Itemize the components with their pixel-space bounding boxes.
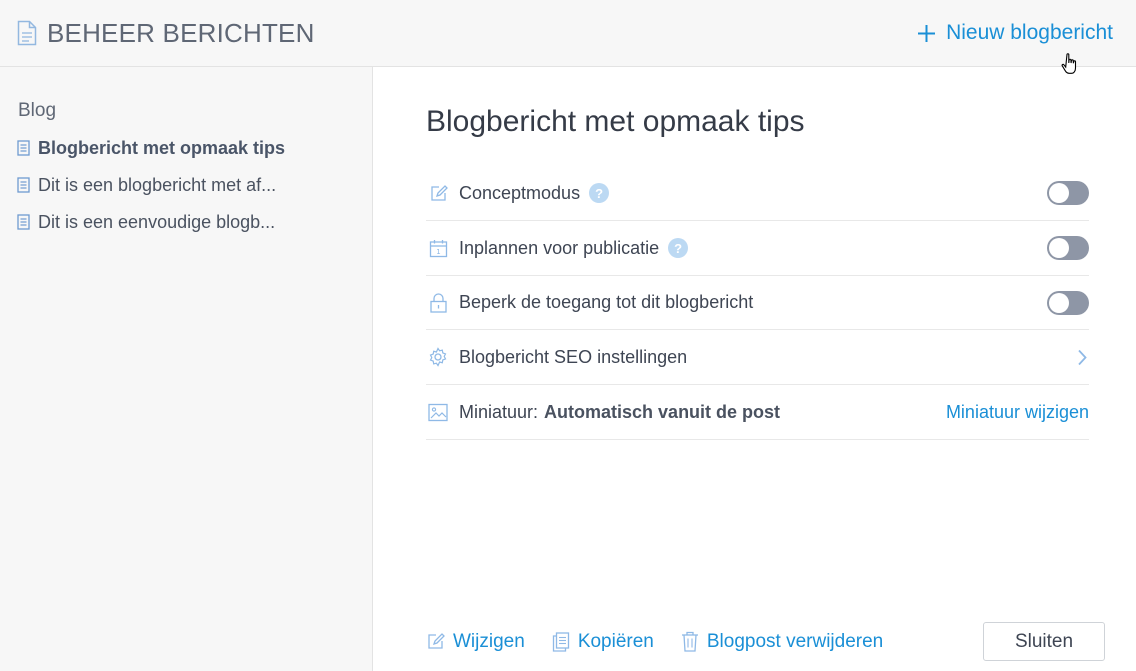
change-thumbnail-link[interactable]: Miniatuur wijzigen	[946, 402, 1089, 423]
toggle-knob	[1049, 238, 1069, 258]
header: BEHEER BERICHTEN Nieuw blogbericht	[0, 0, 1136, 67]
sidebar-item-post-1[interactable]: Blogbericht met opmaak tips	[0, 136, 372, 160]
help-icon[interactable]: ?	[589, 183, 610, 203]
toggle-knob	[1049, 292, 1069, 313]
setting-label-group: Beperk de toegang tot dit blogbericht	[428, 292, 753, 313]
edit-label: Wijzigen	[453, 630, 525, 652]
toggle-knob	[1049, 183, 1069, 203]
setting-row-restrict: Beperk de toegang tot dit blogbericht	[426, 276, 1089, 330]
pencil-icon	[428, 184, 448, 203]
setting-label-group: 1 Inplannen voor publicatie ?	[428, 237, 689, 259]
edit-button[interactable]: Wijzigen	[426, 631, 525, 653]
thumbnail-label: Miniatuur:	[459, 401, 539, 422]
document-list-icon	[17, 214, 30, 230]
sidebar-item-post-2[interactable]: Dit is een blogbericht met af...	[0, 173, 372, 197]
sidebar: Blog Blogbericht met opmaak tips Dit is …	[0, 67, 373, 671]
thumbnail-value: Automatisch vanuit de post	[544, 401, 781, 422]
lock-icon	[428, 292, 448, 313]
help-icon[interactable]: ?	[668, 238, 689, 258]
setting-label-group: Blogbericht SEO instellingen	[428, 347, 687, 368]
new-post-label: Nieuw blogbericht	[946, 21, 1113, 44]
sidebar-heading[interactable]: Blog	[0, 99, 372, 123]
setting-label: Beperk de toegang tot dit blogbericht	[459, 292, 754, 312]
setting-label: Blogbericht SEO instellingen	[459, 346, 688, 367]
footer-actions: Wijzigen Kopiëren Blogpost verwijderen S…	[426, 622, 1106, 661]
post-title: Blogbericht met opmaak tips	[426, 105, 805, 138]
setting-row-schedule: 1 Inplannen voor publicatie ?	[426, 221, 1089, 276]
copy-label: Kopiëren	[577, 630, 654, 652]
delete-button[interactable]: Blogpost verwijderen	[681, 631, 883, 653]
setting-label-group: Miniatuur: Automatisch vanuit de post	[428, 402, 780, 423]
header-left: BEHEER BERICHTEN	[17, 18, 315, 49]
setting-row-seo[interactable]: Blogbericht SEO instellingen	[426, 330, 1089, 385]
setting-label-group: Conceptmodus ?	[428, 182, 610, 204]
page-title: BEHEER BERICHTEN	[47, 17, 315, 48]
concept-toggle[interactable]	[1047, 181, 1089, 205]
setting-row-thumbnail: Miniatuur: Automatisch vanuit de post Mi…	[426, 385, 1089, 440]
image-icon	[428, 403, 448, 422]
setting-row-concept: Conceptmodus ?	[426, 166, 1089, 221]
sidebar-item-label: Dit is een eenvoudige blogb...	[38, 211, 276, 232]
sidebar-item-label: Dit is een blogbericht met af...	[38, 174, 277, 195]
copy-icon	[552, 631, 570, 652]
close-button[interactable]: Sluiten	[983, 622, 1105, 661]
sidebar-item-label: Blogbericht met opmaak tips	[38, 137, 286, 158]
trash-icon	[681, 631, 699, 652]
document-list-icon	[17, 177, 30, 193]
schedule-toggle[interactable]	[1047, 236, 1089, 260]
setting-label: Conceptmodus	[459, 182, 581, 203]
restrict-toggle[interactable]	[1047, 290, 1089, 315]
calendar-icon: 1	[428, 239, 448, 258]
plus-icon	[917, 24, 936, 43]
chevron-right-icon	[1077, 349, 1087, 366]
copy-button[interactable]: Kopiëren	[552, 631, 654, 653]
main-panel: Blogbericht met opmaak tips Conceptmodus…	[373, 67, 1136, 671]
gear-icon	[428, 347, 448, 367]
delete-label: Blogpost verwijderen	[706, 630, 884, 652]
settings-list: Conceptmodus ? 1 Inplannen voor publicat…	[426, 166, 1089, 440]
pencil-icon	[426, 632, 445, 651]
svg-text:1: 1	[436, 248, 440, 256]
new-post-button[interactable]: Nieuw blogbericht	[917, 21, 1113, 45]
sidebar-item-post-3[interactable]: Dit is een eenvoudige blogb...	[0, 210, 372, 234]
document-list-icon	[17, 140, 30, 156]
document-icon	[17, 20, 37, 46]
setting-label: Inplannen voor publicatie	[459, 237, 660, 258]
